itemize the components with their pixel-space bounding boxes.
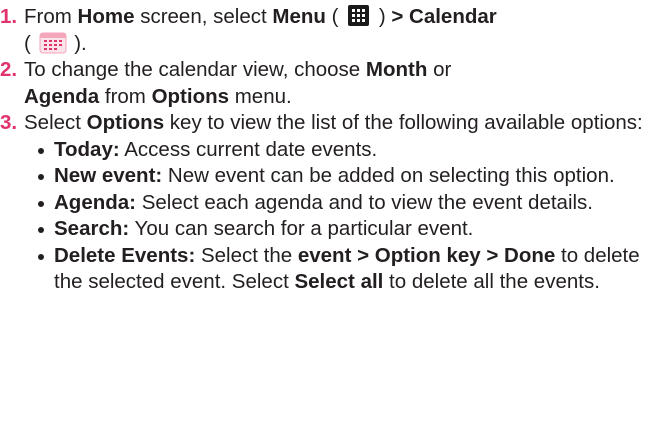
step-number: 3. [0,111,18,134]
select-all-label: Select all [294,270,384,293]
option-term: New event: [54,164,163,187]
step-text: From [24,5,78,28]
options-key-label: Options [86,111,165,134]
calendar-icon [39,32,67,54]
options-list: Today: Access current date events. New e… [0,137,656,296]
step-text: ). [68,31,87,55]
menu-grid-icon [348,5,370,26]
month-label: Month [365,58,428,81]
step-text: To change the calendar view, choose [24,58,366,81]
step-3: 3. Select Options key to view the list o… [0,110,646,137]
step-text: menu. [229,84,292,108]
instructions-document: 1. From Home screen, select Menu ( ) > C… [0,0,656,444]
option-desc: New event can be added on selecting this… [162,164,615,187]
list-item: Agenda: Select each agenda and to view t… [36,190,656,217]
step-text: ( [325,5,345,28]
option-emphasis: event > Option key > Done [297,243,556,267]
option-term: Today: [54,137,120,161]
option-term: Agenda: [54,190,136,214]
list-item: New event: New event can be added on sel… [36,163,656,190]
option-desc: to delete all the events. [383,270,600,293]
step-text: or [427,58,452,81]
step-text: screen, select [134,5,273,28]
list-item: Delete Events: Select the event > Option… [36,243,656,296]
agenda-label: Agenda [24,84,100,108]
option-term: Search: [54,217,130,240]
step-text: key to view the list of the following av… [164,111,643,134]
step-2: 2. To change the calendar view, choose M… [0,57,646,110]
step-text: ) [373,5,392,28]
option-desc: Select each agenda and to view the event… [136,190,594,214]
step-text: Select [24,111,87,134]
home-label: Home [77,5,135,28]
step-text: ( [24,31,37,55]
step-1: 1. From Home screen, select Menu ( ) > C… [0,4,646,57]
options-label: Options [151,84,230,108]
list-item: Today: Access current date events. [36,137,656,164]
list-item: Search: You can search for a particular … [36,216,656,243]
calendar-label: > Calendar [391,5,497,28]
step-number: 2. [0,58,18,81]
option-desc: Access current date events. [119,137,378,161]
option-term: Delete Events: [54,243,196,267]
option-desc: You can search for a particular event. [129,217,474,240]
step-number: 1. [0,5,18,28]
option-desc: Select the [195,243,298,267]
step-text: from [99,84,152,108]
menu-label: Menu [272,5,326,28]
